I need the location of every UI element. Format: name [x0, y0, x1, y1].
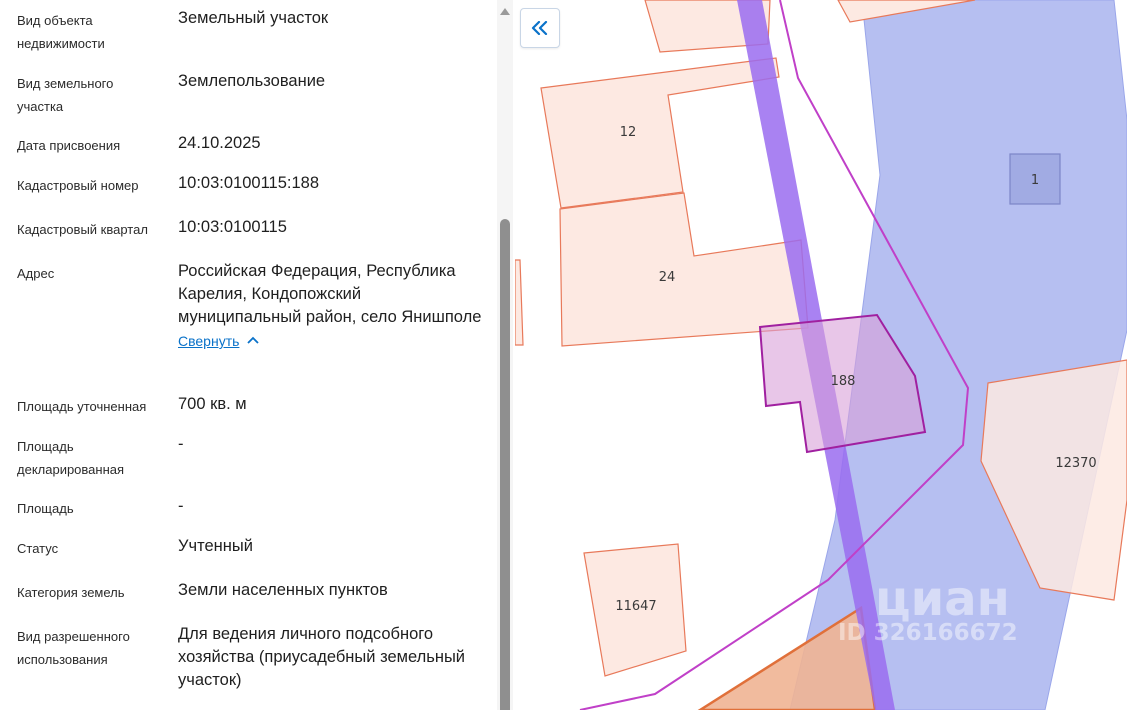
- panel-scrollbar[interactable]: [497, 0, 513, 710]
- property-label: Вид земельного участка: [17, 76, 114, 114]
- property-label: Площадь декларированная: [17, 439, 125, 477]
- parcel-label-12370: 12370: [1055, 456, 1096, 471]
- parcel-label-24: 24: [659, 270, 676, 285]
- property-label: Вид объекта недвижимости: [17, 13, 105, 51]
- scroll-up-arrow-icon[interactable]: [500, 8, 510, 15]
- parcel-label-11647: 11647: [615, 599, 656, 614]
- watermark-id: ID 326166672: [838, 620, 1018, 646]
- property-value: 700 кв. м: [178, 395, 247, 413]
- parcel-label-1: 1: [1031, 173, 1039, 188]
- property-label: Категория земель: [17, 585, 125, 600]
- collapse-link-label: Свернуть: [178, 333, 240, 349]
- property-value: Учтенный: [178, 537, 253, 555]
- property-label: Площадь: [17, 501, 74, 516]
- cadastral-map[interactable]: 12 24 188 1 12370 11647 циан ID 32616667…: [515, 0, 1127, 710]
- parcel-12: [540, 57, 780, 209]
- parcel-label-188: 188: [831, 374, 856, 389]
- property-value: -: [178, 497, 184, 515]
- parcel-24: [559, 192, 809, 347]
- property-label: Площадь уточненная: [17, 399, 147, 414]
- property-value: -: [178, 435, 184, 453]
- parcel-label-12: 12: [620, 125, 637, 140]
- property-label: Статус: [17, 541, 59, 556]
- address-collapse-link[interactable]: Свернуть: [178, 330, 260, 351]
- collapse-panel-button[interactable]: [520, 8, 560, 48]
- property-value: Земли населенных пунктов: [178, 581, 388, 599]
- address-value-block: Российская Федерация, Республика Карелия…: [178, 260, 483, 353]
- property-value: Земельный участок: [178, 9, 329, 27]
- property-value: 24.10.2025: [178, 134, 261, 152]
- property-value: Российская Федерация, Республика Карелия…: [178, 262, 482, 326]
- property-value: Для ведения личного подсобного хозяйства…: [178, 625, 466, 689]
- property-value: Землепользование: [178, 72, 326, 90]
- map-canvas[interactable]: 12 24 188 1 12370 11647 циан ID 32616667…: [515, 0, 1127, 710]
- scrollbar-thumb[interactable]: [500, 219, 510, 710]
- property-label: Адрес: [17, 266, 55, 281]
- property-label: Кадастровый квартал: [17, 222, 148, 237]
- property-details-panel: Вид объекта недвижимости Земельный участ…: [0, 0, 496, 710]
- property-label: Дата присвоения: [17, 138, 121, 153]
- property-label: Кадастровый номер: [17, 178, 139, 193]
- parcel-left-edge: [515, 259, 524, 346]
- property-value: 10:03:0100115: [178, 218, 287, 236]
- double-chevron-left-icon: [531, 15, 549, 41]
- property-value: 10:03:0100115:188: [178, 174, 319, 192]
- watermark-brand: циан: [875, 571, 1010, 627]
- property-row-address: Адрес Российская Федерация, Республика К…: [17, 262, 487, 382]
- property-label: Вид разрешенного использования: [17, 629, 130, 667]
- chevron-up-icon: [247, 330, 260, 350]
